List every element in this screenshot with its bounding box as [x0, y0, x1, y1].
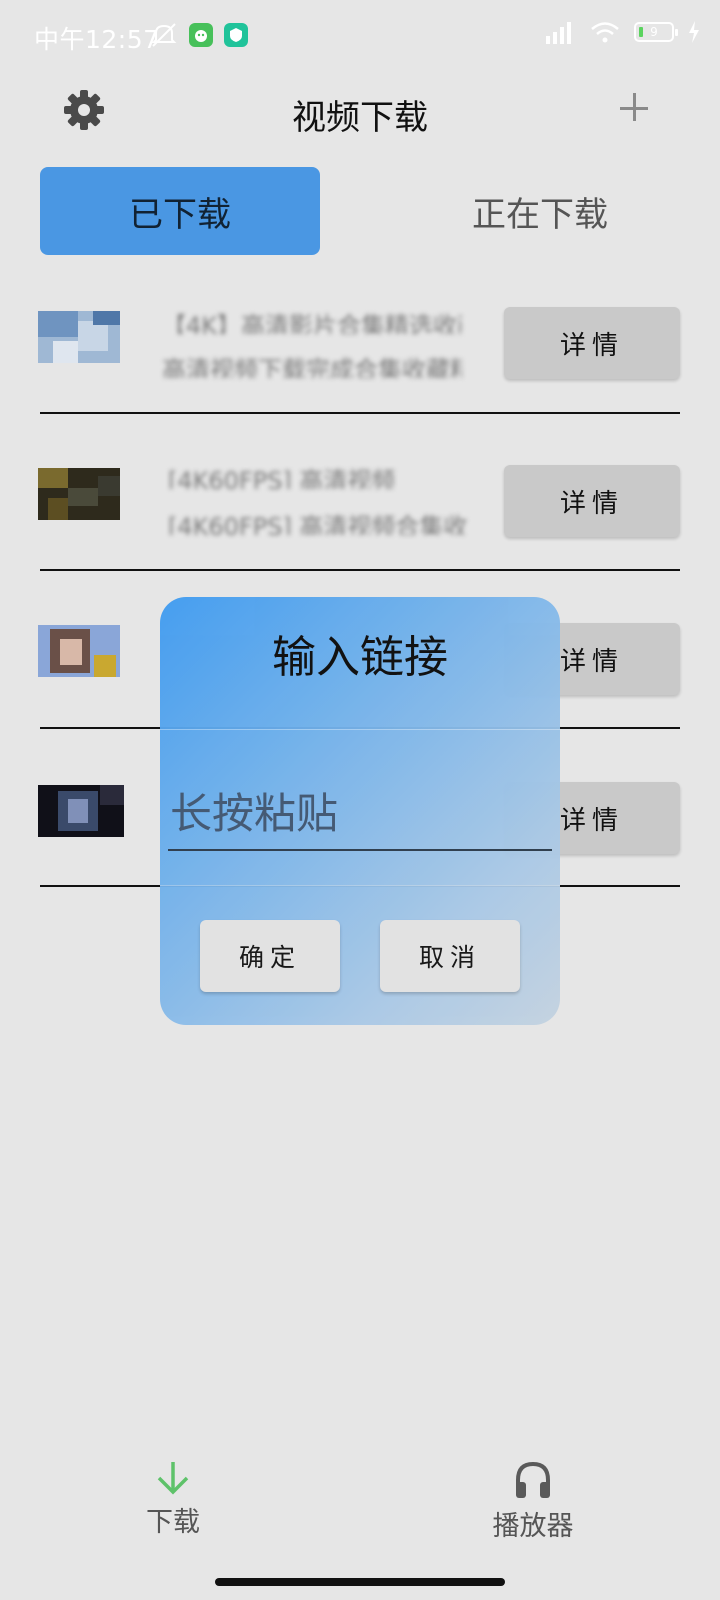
tab-downloading[interactable]: 正在下载 — [400, 167, 680, 255]
input-link-dialog: 输入链接 确定 取消 — [160, 597, 560, 1025]
battery-level: 9 — [650, 25, 658, 39]
nav-download-label: 下载 — [146, 1507, 200, 1538]
video-thumbnail — [38, 468, 120, 520]
charging-icon — [689, 21, 699, 43]
confirm-button[interactable]: 确定 — [200, 920, 340, 992]
detail-button[interactable]: 详情 — [504, 307, 680, 379]
video-title: 【4K】高清影片合集精选收藏 — [162, 312, 462, 334]
link-input[interactable] — [168, 777, 552, 851]
list-item[interactable]: [4K60FPS] 高清视频 [4K60FPS] 高清视频合集收藏 详情 — [0, 437, 720, 595]
nav-player-label: 播放器 — [492, 1511, 574, 1542]
video-thumbnail — [38, 311, 120, 363]
cancel-button[interactable]: 取消 — [380, 920, 520, 992]
video-subtitle: 高清视频下载完成合集收藏精选 — [162, 356, 462, 378]
video-subtitle: [4K60FPS] 高清视频合集收藏 — [168, 513, 468, 535]
list-divider — [40, 569, 680, 571]
app-notification-icon — [189, 23, 213, 47]
list-divider — [40, 412, 680, 414]
battery-icon: 9 — [634, 22, 678, 42]
notifications-muted-icon — [151, 23, 177, 47]
download-arrow-icon — [157, 1462, 189, 1495]
dialog-title: 输入链接 — [272, 632, 448, 683]
nav-download[interactable]: 下载 — [103, 1460, 243, 1560]
headphones-icon — [516, 1461, 550, 1498]
video-title: [4K60FPS] 高清视频 — [168, 467, 396, 489]
status-time: 中午12:57 — [34, 25, 160, 54]
video-thumbnail — [38, 625, 120, 677]
page-title: 视频下载 — [292, 98, 428, 138]
dialog-divider — [160, 729, 560, 730]
app-header: 视频下载 — [0, 80, 720, 140]
video-thumbnail — [38, 785, 124, 837]
wifi-icon — [591, 22, 619, 43]
security-app-icon — [224, 23, 248, 47]
status-bar: 中午12:57 9 — [0, 0, 720, 70]
add-link-button[interactable] — [616, 88, 656, 128]
list-item[interactable]: 【4K】高清影片合集精选收藏 高清视频下载完成合集收藏精选 详情 — [0, 280, 720, 438]
tab-downloaded[interactable]: 已下载 — [40, 167, 320, 255]
nav-player[interactable]: 播放器 — [463, 1460, 603, 1560]
dialog-divider — [160, 885, 560, 886]
signal-icon — [546, 22, 571, 44]
status-icons: 9 — [544, 20, 700, 44]
home-indicator[interactable] — [215, 1578, 505, 1586]
detail-button[interactable]: 详情 — [504, 465, 680, 537]
